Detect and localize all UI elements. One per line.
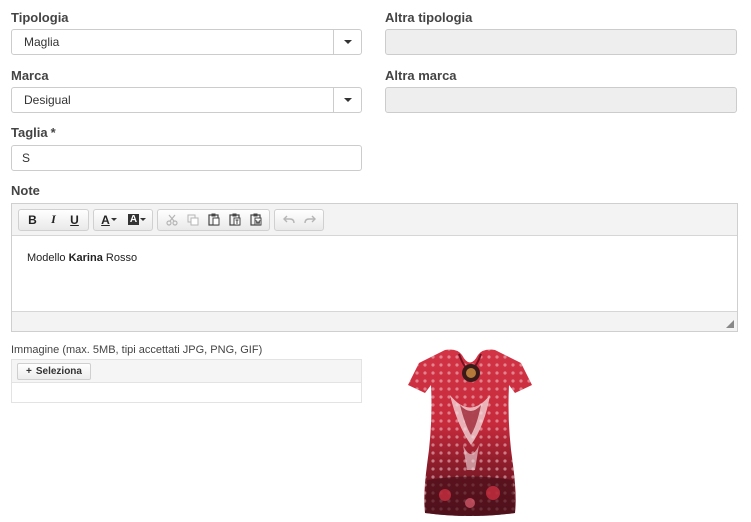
marca-value: Desigual xyxy=(24,93,71,107)
undo-icon[interactable] xyxy=(278,211,299,229)
chevron-down-icon xyxy=(140,218,147,221)
text-color-button[interactable]: A xyxy=(97,211,121,229)
paste-icon[interactable] xyxy=(203,211,224,229)
tipologia-value: Maglia xyxy=(24,35,60,49)
marca-select[interactable]: Desigual xyxy=(11,87,362,113)
altra-tipologia-input xyxy=(385,29,737,55)
tipologia-select[interactable]: Maglia xyxy=(11,29,362,55)
underline-button[interactable]: U xyxy=(64,211,85,229)
chevron-down-icon[interactable] xyxy=(333,88,361,112)
taglia-input[interactable]: S xyxy=(11,145,362,171)
image-uploader: + Seleziona xyxy=(11,359,362,403)
uploader-toolbar: + Seleziona xyxy=(12,360,361,383)
text-color-icon: A xyxy=(101,212,110,227)
required-mark: * xyxy=(50,125,56,140)
note-label: Note xyxy=(11,183,40,198)
paste-word-icon[interactable] xyxy=(245,211,266,229)
chevron-down-icon xyxy=(110,218,117,221)
background-color-button[interactable]: A xyxy=(125,211,149,229)
bold-button[interactable]: B xyxy=(22,211,43,229)
seleziona-button[interactable]: + Seleziona xyxy=(17,362,91,380)
altra-marca-label: Altra marca xyxy=(385,68,457,83)
history-group xyxy=(274,208,324,231)
format-group: B I U xyxy=(18,208,89,231)
note-text-suffix: Rosso xyxy=(102,252,138,264)
altra-marca-input xyxy=(385,87,737,113)
editor-statusbar xyxy=(12,311,737,331)
editor-content[interactable]: Modello Karina Rosso xyxy=(12,236,737,311)
background-color-icon: A xyxy=(127,214,140,225)
clipboard-group xyxy=(157,208,270,231)
copy-icon[interactable] xyxy=(182,211,203,229)
seleziona-label: Seleziona xyxy=(35,365,82,377)
note-text-bold: Karina xyxy=(68,252,103,264)
cut-icon[interactable] xyxy=(161,211,182,229)
product-image xyxy=(405,345,535,517)
taglia-label-text: Taglia xyxy=(11,125,48,140)
color-group: A A xyxy=(93,208,153,231)
marca-label: Marca xyxy=(11,68,49,83)
plus-icon: + xyxy=(26,365,32,377)
chevron-down-icon[interactable] xyxy=(333,30,361,54)
redo-icon[interactable] xyxy=(299,211,320,229)
editor-toolbar: B I U A A xyxy=(12,204,737,236)
immagine-label: Immagine (max. 5MB, tipi accettati JPG, … xyxy=(11,344,263,356)
italic-button[interactable]: I xyxy=(43,211,64,229)
resize-handle-icon[interactable] xyxy=(726,320,734,328)
note-editor: B I U A A Modello Karina Rosso xyxy=(11,203,738,332)
altra-tipologia-label: Altra tipologia xyxy=(385,10,473,25)
taglia-label: Taglia * xyxy=(11,125,56,140)
note-text-prefix: Modello xyxy=(27,252,69,264)
paste-text-icon[interactable] xyxy=(224,211,245,229)
tipologia-label: Tipologia xyxy=(11,10,69,25)
